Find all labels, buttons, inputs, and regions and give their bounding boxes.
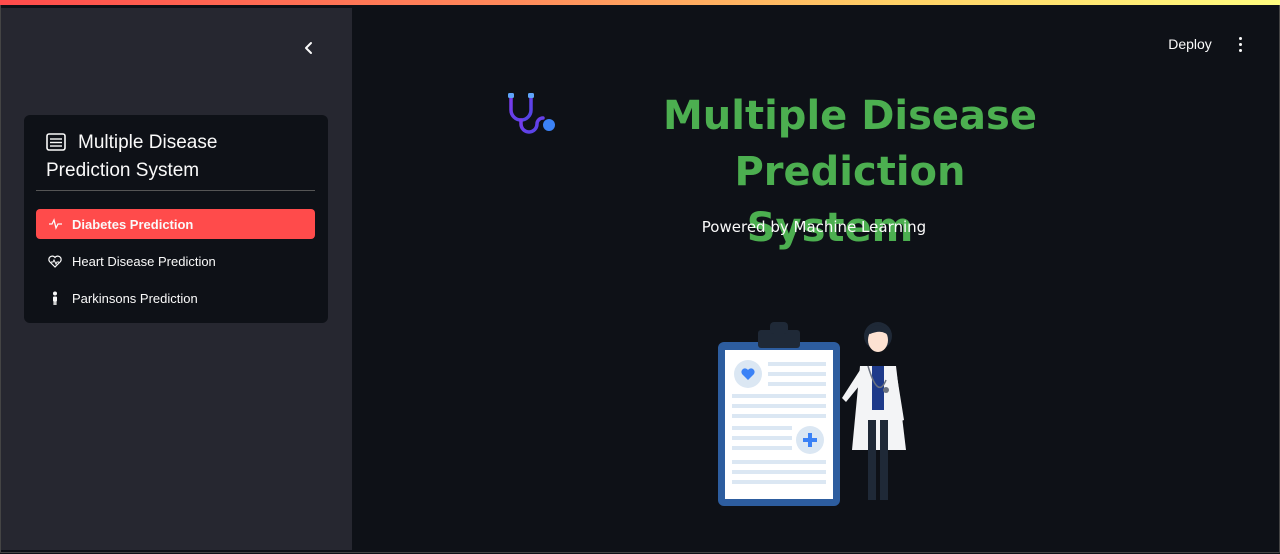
menu-item-label: Heart Disease Prediction — [72, 253, 216, 269]
top-decoration-strip — [0, 0, 1280, 5]
menu-item-heart-disease[interactable]: Heart Disease Prediction — [36, 246, 315, 276]
deploy-button[interactable]: Deploy — [1160, 32, 1220, 56]
menu-divider — [36, 190, 315, 191]
menu-item-label: Parkinsons Prediction — [72, 290, 198, 306]
menu-title-line1: Multiple Disease — [78, 132, 218, 153]
menu-title: Multiple Disease Prediction System — [46, 129, 316, 185]
menu-item-label: Diabetes Prediction — [72, 216, 194, 232]
page-title-line1: Multiple Disease Prediction — [662, 93, 1037, 195]
more-vertical-icon — [1238, 36, 1242, 40]
page-subtitle: Powered by Machine Learning — [701, 218, 927, 236]
option-menu: Multiple Disease Prediction System Diabe… — [24, 115, 328, 323]
collapse-sidebar-button[interactable] — [297, 36, 321, 60]
person-icon — [48, 291, 62, 305]
main-menu-button[interactable] — [1230, 32, 1250, 56]
stethoscope-icon — [508, 93, 555, 134]
activity-icon — [48, 217, 62, 231]
doctor-clipboard-illustration — [718, 322, 906, 506]
heart-pulse-icon — [48, 254, 62, 268]
chevron-left-icon — [305, 42, 312, 54]
menu-item-diabetes[interactable]: Diabetes Prediction — [36, 209, 315, 239]
sidebar: Multiple Disease Prediction System Diabe… — [1, 8, 352, 550]
list-icon — [46, 133, 66, 151]
menu-item-parkinsons[interactable]: Parkinsons Prediction — [36, 283, 315, 313]
menu-title-line2: Prediction System — [46, 160, 200, 181]
